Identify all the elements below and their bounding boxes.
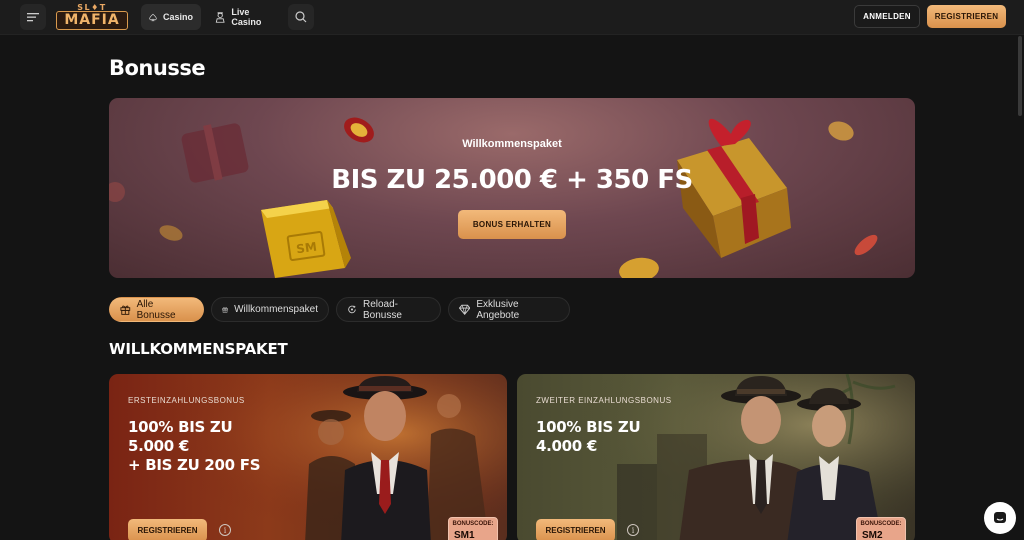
login-button[interactable]: ANMELDEN [854, 5, 920, 28]
filter-welcome-package[interactable]: Willkommenspaket [211, 297, 329, 322]
bonus-code-label: BONUSCODE: [452, 521, 494, 527]
tab-live-casino[interactable]: Live Casino [207, 4, 283, 30]
tab-live-casino-label: Live Casino [231, 7, 262, 27]
page-scrollbar[interactable] [1018, 36, 1022, 116]
menu-button[interactable] [20, 4, 46, 30]
page-title: Bonusse [109, 56, 206, 80]
filter-exclusive-offers[interactable]: Exklusive Angebote [448, 297, 570, 322]
filter-reload-bonuses[interactable]: Reload-Bonusse [336, 297, 441, 322]
bonus-code-badge[interactable]: BONUSCODE: SM1 [448, 517, 498, 540]
filter-exclusive-offers-label: Exklusive Angebote [476, 298, 520, 321]
welcome-hero-banner: SM Willkommenspaket BIS ZU 25.000 € + 35… [109, 98, 915, 278]
card-eyebrow: ZWEITER EINZAHLUNGSBONUS [536, 396, 672, 405]
hero-subtitle: Willkommenspaket [462, 138, 562, 150]
tab-casino[interactable]: Casino [141, 4, 201, 30]
card-title-line2: + BIS ZU 200 FS [128, 456, 261, 474]
card-title-line1: 100% BIS ZU 5.000 € [128, 418, 233, 455]
card-register-button[interactable]: REGISTRIEREN [536, 519, 615, 540]
spade-icon [149, 13, 157, 21]
gold-bar-icon: SM [261, 200, 351, 278]
get-bonus-button[interactable]: BONUS ERHALTEN [458, 210, 566, 239]
search-icon [295, 11, 307, 23]
site-logo[interactable]: SL♦T MAFIA [56, 3, 128, 31]
dealer-icon [215, 11, 225, 23]
card-title-line2: 4.000 € [536, 437, 598, 455]
section-title: WILLKOMMENSPAKET [109, 340, 288, 358]
bonus-code-badge[interactable]: BONUSCODE: SM2 [856, 517, 906, 540]
card-title: 100% BIS ZU 5.000 € + BIS ZU 200 FS [128, 418, 278, 475]
search-button[interactable] [288, 4, 314, 30]
info-icon[interactable]: i [219, 524, 231, 536]
bonus-code-label: BONUSCODE: [860, 521, 902, 527]
reload-icon [348, 305, 356, 314]
bonus-code-value: SM1 [454, 530, 475, 540]
chat-icon [994, 512, 1006, 523]
card-title: 100% BIS ZU 4.000 € [536, 418, 686, 456]
hero-title: BIS ZU 25.000 € + 350 FS [331, 165, 693, 195]
register-button[interactable]: REGISTRIEREN [927, 5, 1006, 28]
bonus-card-first-deposit[interactable]: ERSTEINZAHLUNGSBONUS 100% BIS ZU 5.000 €… [109, 374, 507, 540]
filter-all-bonuses-label: Alle Bonusse [136, 298, 176, 321]
info-icon[interactable]: i [627, 524, 639, 536]
top-header: SL♦T MAFIA Casino Live Casino ANMELDEN R… [0, 0, 1024, 35]
filter-reload-bonuses-label: Reload-Bonusse [362, 298, 402, 321]
svg-text:SM: SM [295, 240, 317, 257]
bonus-card-second-deposit[interactable]: ZWEITER EINZAHLUNGSBONUS 100% BIS ZU 4.0… [517, 374, 915, 540]
diamond-icon [459, 304, 471, 315]
card-register-button[interactable]: REGISTRIEREN [128, 519, 207, 540]
filter-welcome-package-label: Willkommenspaket [234, 304, 318, 315]
bonus-code-value: SM2 [862, 530, 883, 540]
card-eyebrow: ERSTEINZAHLUNGSBONUS [128, 396, 245, 405]
card-title-line1: 100% BIS ZU [536, 418, 641, 436]
hamburger-icon [27, 13, 39, 22]
logo-main-text: MAFIA [56, 11, 128, 30]
gift-icon [120, 305, 131, 315]
gift-icon [222, 307, 228, 313]
filter-all-bonuses[interactable]: Alle Bonusse [109, 297, 204, 322]
tab-casino-label: Casino [162, 12, 193, 22]
support-chat-button[interactable] [984, 502, 1016, 534]
